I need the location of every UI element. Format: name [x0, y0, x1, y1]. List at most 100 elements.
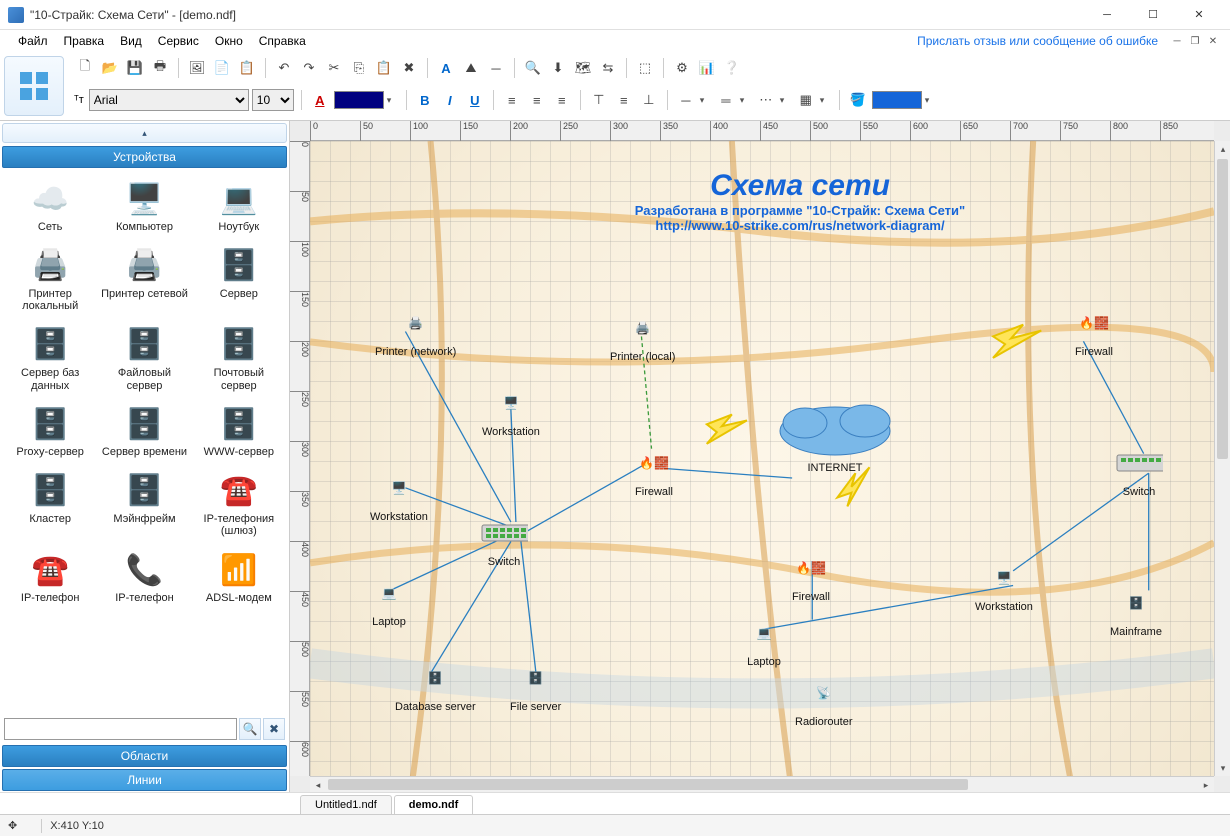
device-item[interactable]: 🖨️Принтер локальный [4, 242, 96, 317]
node-db-server[interactable]: 🗄️Database server [395, 656, 476, 713]
new-file-icon[interactable]: 🗋 [74, 57, 96, 79]
align-left-icon[interactable]: ≡ [501, 89, 523, 111]
node-firewall-2[interactable]: 🔥🧱Firewall [1070, 301, 1118, 358]
panel-header-lines[interactable]: Линии [2, 769, 287, 791]
node-switch-1[interactable]: Switch [480, 511, 528, 568]
align-center-icon[interactable]: ≡ [526, 89, 548, 111]
copy-icon[interactable]: ⎘ [348, 57, 370, 79]
device-item[interactable]: ☎️IP-телефон [4, 546, 96, 609]
font-color-dropdown[interactable]: ▾ [387, 95, 399, 106]
device-item[interactable]: 🖥️Компьютер [98, 175, 190, 238]
device-item[interactable]: 💻Ноутбук [193, 175, 285, 238]
scroll-down-icon[interactable]: ▾ [1215, 760, 1230, 776]
snmp-icon[interactable]: 📊 [696, 57, 718, 79]
node-switch-2[interactable]: Switch [1115, 441, 1163, 498]
valign-middle-icon[interactable]: ≡ [613, 89, 635, 111]
tab-untitled[interactable]: Untitled1.ndf [300, 795, 392, 814]
redo-icon[interactable]: ↷ [298, 57, 320, 79]
scroll-up-icon[interactable]: ▴ [1215, 141, 1230, 157]
save-file-icon[interactable]: 💾 [124, 57, 146, 79]
bold-icon[interactable]: B [414, 89, 436, 111]
line-pattern-icon[interactable]: ⋯ [755, 89, 777, 111]
node-firewall-3[interactable]: 🔥🧱Firewall [787, 546, 835, 603]
open-file-icon[interactable]: 📂 [99, 57, 121, 79]
node-radiorouter[interactable]: 📡Radiorouter [795, 671, 852, 728]
node-laptop-1[interactable]: 💻Laptop [365, 571, 413, 628]
align-right-icon[interactable]: ≡ [551, 89, 573, 111]
font-color-icon[interactable]: A [309, 89, 331, 111]
menu-view[interactable]: Вид [112, 32, 150, 50]
help-icon[interactable]: ❔ [721, 57, 743, 79]
node-workstation-2[interactable]: 🖥️Workstation [370, 466, 428, 523]
font-family-select[interactable]: Arial [89, 89, 249, 111]
feedback-link[interactable]: Прислать отзыв или сообщение об ошибке [917, 34, 1158, 48]
valign-top-icon[interactable]: ⊤ [588, 89, 610, 111]
mdi-close[interactable]: ✕ [1206, 36, 1220, 47]
mdi-restore[interactable]: ❐ [1188, 36, 1202, 47]
valign-bottom-icon[interactable]: ⊥ [638, 89, 660, 111]
node-file-server[interactable]: 🗄️File server [510, 656, 561, 713]
device-item[interactable]: ☁️Сеть [4, 175, 96, 238]
fill-color-icon[interactable]: 🪣 [847, 89, 869, 111]
underline-icon[interactable]: U [464, 89, 486, 111]
mdi-minimize[interactable]: ─ [1170, 36, 1184, 47]
minimize-button[interactable]: ─ [1084, 0, 1130, 30]
menu-edit[interactable]: Правка [56, 32, 113, 50]
device-item[interactable]: 🗄️Сервер [193, 242, 285, 317]
scrollbar-horizontal[interactable]: ◂ ▸ [310, 776, 1214, 792]
node-workstation-1[interactable]: 🖥️Workstation [482, 381, 540, 438]
device-item[interactable]: 🗄️Кластер [4, 467, 96, 542]
import-devices-icon[interactable]: ⬇ [547, 57, 569, 79]
node-printer-network[interactable]: 🖨️Printer (network) [375, 301, 456, 358]
panel-header-areas[interactable]: Области [2, 745, 287, 767]
device-item[interactable]: 📞IP-телефон [98, 546, 190, 609]
search-clear-button[interactable]: ✖ [263, 718, 285, 740]
search-input[interactable] [4, 718, 237, 740]
fill-color-dropdown[interactable]: ▾ [925, 95, 937, 106]
device-item[interactable]: 🗄️Файловый сервер [98, 321, 190, 396]
export-xml-icon[interactable]: 📋 [236, 57, 258, 79]
device-item[interactable]: 🗄️Мэйнфрейм [98, 467, 190, 542]
scrollbar-vertical[interactable]: ▴ ▾ [1214, 141, 1230, 776]
panel-collapse-button[interactable]: ▴ [2, 123, 287, 143]
zoom-fit-icon[interactable]: ⬚ [634, 57, 656, 79]
line-weight-icon[interactable]: ═ [715, 89, 737, 111]
device-item[interactable]: 📶ADSL-модем [193, 546, 285, 609]
close-button[interactable]: ✕ [1176, 0, 1222, 30]
text-tool-icon[interactable]: A [435, 57, 457, 79]
scroll-right-icon[interactable]: ▸ [1198, 777, 1214, 792]
node-printer-local[interactable]: 🖨️Printer (local) [610, 306, 675, 363]
device-item[interactable]: 🖨️Принтер сетевой [98, 242, 190, 317]
device-item[interactable]: 🗄️Почтовый сервер [193, 321, 285, 396]
device-item[interactable]: 🗄️Сервер баз данных [4, 321, 96, 396]
home-big-button[interactable] [4, 56, 64, 116]
scroll-thumb-h[interactable] [328, 779, 968, 790]
menu-file[interactable]: Файл [10, 32, 56, 50]
export-vsd-icon[interactable]: 📄 [211, 57, 233, 79]
delete-icon[interactable]: ✖ [398, 57, 420, 79]
device-item[interactable]: 🗄️Proxy-сервер [4, 400, 96, 463]
diagram-canvas[interactable]: Схема сети Разработана в программе "10-С… [310, 141, 1214, 776]
line-style-icon[interactable]: ─ [675, 89, 697, 111]
font-size-select[interactable]: 10 [252, 89, 294, 111]
map-background-icon[interactable]: 🗺 [572, 57, 594, 79]
menu-window[interactable]: Окно [207, 32, 251, 50]
scroll-thumb-v[interactable] [1217, 159, 1228, 459]
node-mainframe[interactable]: 🗄️Mainframe [1110, 581, 1162, 638]
node-laptop-2[interactable]: 💻Laptop [740, 611, 788, 668]
fill-color-swatch[interactable] [872, 91, 922, 109]
scroll-left-icon[interactable]: ◂ [310, 777, 326, 792]
print-icon[interactable]: 🖶 [149, 57, 171, 79]
menu-help[interactable]: Справка [251, 32, 314, 50]
fill-pattern-icon[interactable]: ▦ [795, 89, 817, 111]
font-color-swatch[interactable] [334, 91, 384, 109]
menu-service[interactable]: Сервис [150, 32, 207, 50]
arrange-icon[interactable]: ⇆ [597, 57, 619, 79]
node-workstation-3[interactable]: 🖥️Workstation [975, 556, 1033, 613]
device-item[interactable]: ☎️IP-телефония (шлюз) [193, 467, 285, 542]
node-firewall-1[interactable]: 🔥🧱Firewall [630, 441, 678, 498]
options-icon[interactable]: ⚙ [671, 57, 693, 79]
link-tool-icon[interactable]: ─ [485, 57, 507, 79]
image-tool-icon[interactable]: ⛰ [460, 57, 482, 79]
cut-icon[interactable]: ✂ [323, 57, 345, 79]
